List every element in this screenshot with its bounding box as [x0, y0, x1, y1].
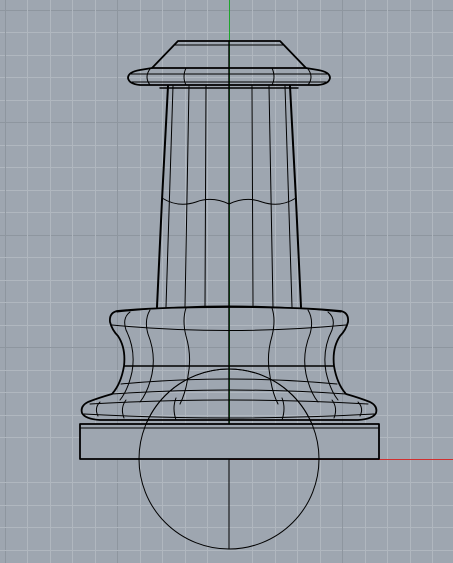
- shaft-flute: [204, 85, 207, 308]
- base-flute: [179, 307, 191, 405]
- base-flute: [304, 309, 319, 403]
- viewport-front[interactable]: [0, 0, 453, 563]
- plinth-outline: [79, 423, 380, 460]
- shaft-right-silhouette: [289, 85, 302, 308]
- base-torus-seg: [173, 397, 177, 421]
- viewport-canvas[interactable]: [0, 0, 453, 563]
- shaft-flute: [268, 85, 274, 308]
- base-flute: [267, 307, 279, 405]
- base-flute: [139, 309, 154, 403]
- base-torus-seg: [281, 397, 285, 421]
- plinth-block[interactable]: [79, 423, 380, 460]
